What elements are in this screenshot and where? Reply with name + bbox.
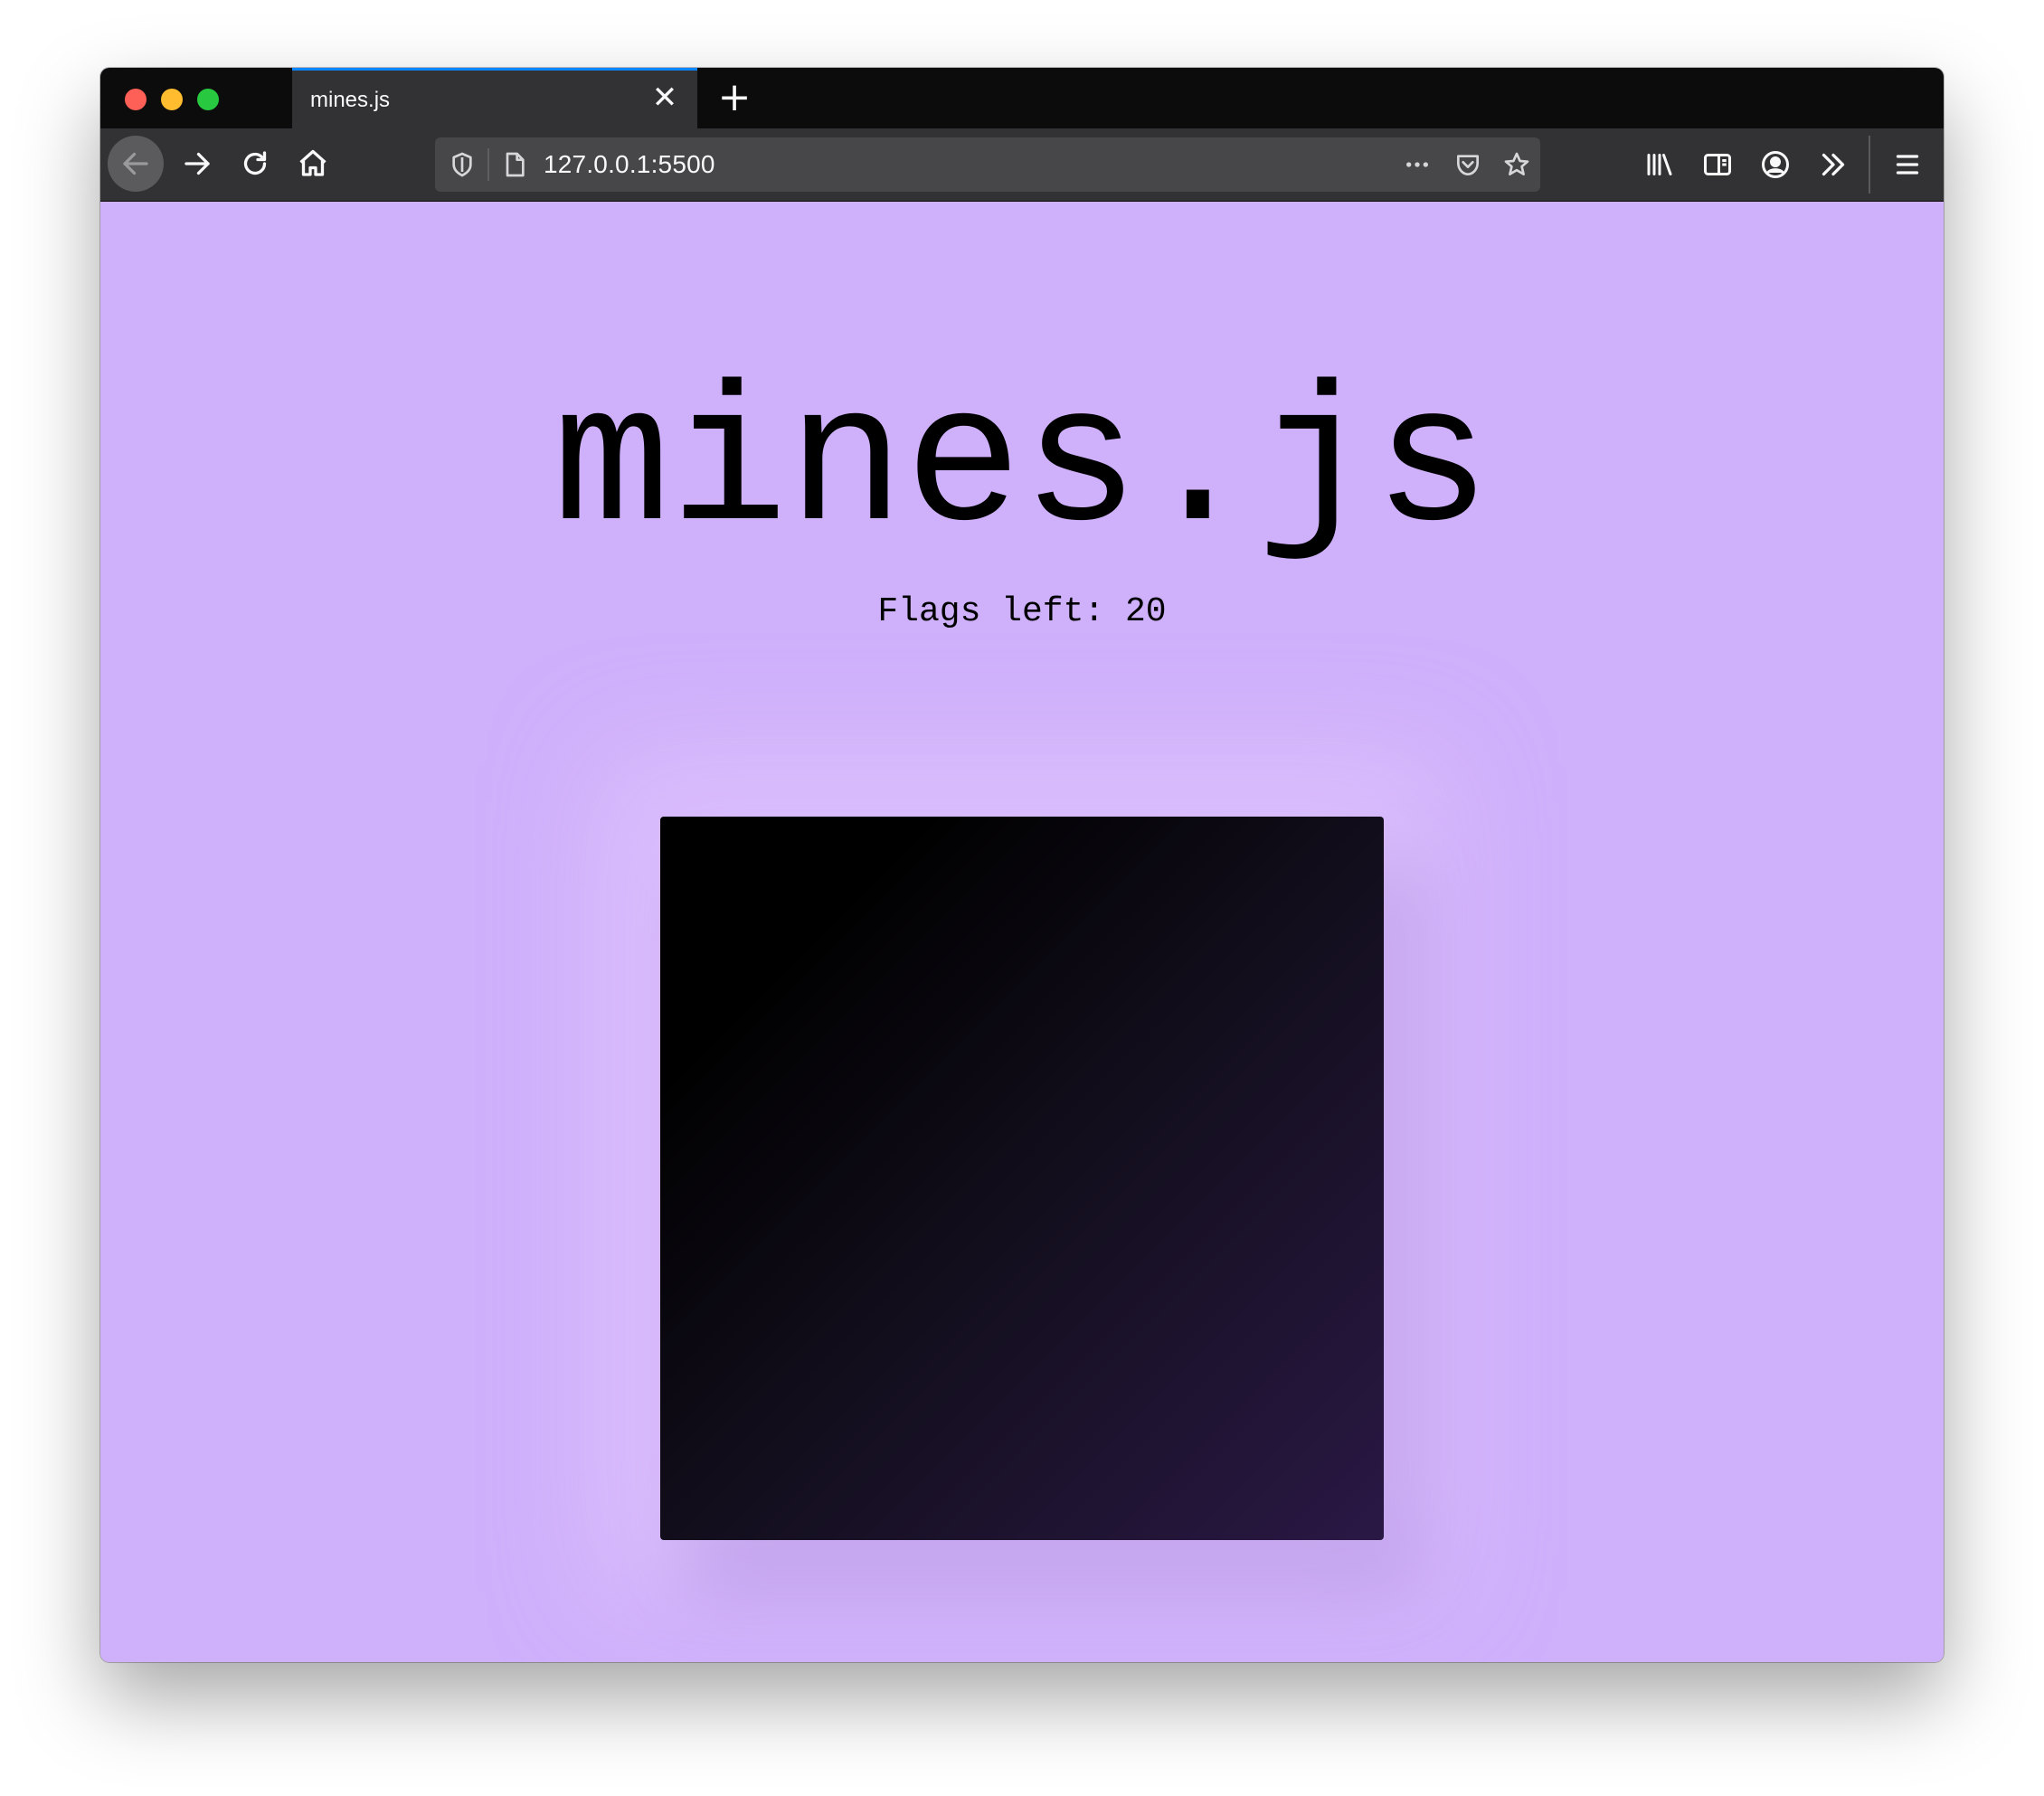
- game-board[interactable]: [660, 817, 1384, 1540]
- flags-left-counter: Flags left: 20: [877, 592, 1167, 631]
- hamburger-menu-icon: [1896, 155, 1919, 175]
- close-tab-icon[interactable]: ✕: [648, 81, 681, 114]
- account-icon: [1762, 151, 1789, 178]
- arrow-left-icon: [123, 152, 148, 175]
- more-icon[interactable]: [1401, 148, 1434, 181]
- home-button[interactable]: [285, 136, 341, 192]
- tab-strip: mines.js ✕ +: [100, 68, 1944, 128]
- pocket-icon[interactable]: [1452, 148, 1484, 181]
- reload-icon: [243, 151, 267, 175]
- window-maximize-button[interactable]: [197, 89, 219, 110]
- url-text[interactable]: 127.0.0.1:5500: [544, 150, 715, 179]
- star-icon[interactable]: [1500, 148, 1533, 181]
- tab-title: mines.js: [310, 88, 391, 112]
- window-minimize-button[interactable]: [161, 89, 183, 110]
- page-content: mines.js Flags left: 20: [100, 202, 1944, 1662]
- page-icon[interactable]: [498, 148, 531, 181]
- shield-icon[interactable]: [446, 148, 478, 181]
- sidebar-icon: [1704, 154, 1731, 175]
- home-icon: [299, 149, 326, 176]
- library-button[interactable]: [1634, 139, 1685, 190]
- back-button[interactable]: [108, 136, 164, 192]
- window-close-button[interactable]: [125, 89, 147, 110]
- chevrons-right-icon: [1822, 153, 1845, 176]
- account-button[interactable]: [1750, 139, 1801, 190]
- overflow-button[interactable]: [1808, 139, 1859, 190]
- nav-toolbar: 127.0.0.1:5500: [100, 128, 1944, 202]
- browser-window: mines.js ✕ + 127.0.0.1:5500 mines.js Fla…: [100, 68, 1944, 1662]
- toolbar-separator: [1869, 136, 1870, 194]
- menu-button[interactable]: [1882, 139, 1933, 190]
- page-title: mines.js: [553, 355, 1491, 577]
- url-separator: [487, 148, 489, 181]
- reload-button[interactable]: [227, 136, 283, 192]
- url-bar[interactable]: 127.0.0.1:5500: [435, 137, 1540, 192]
- forward-button[interactable]: [169, 136, 225, 192]
- sidebar-button[interactable]: [1692, 139, 1743, 190]
- library-icon: [1647, 154, 1672, 175]
- new-tab-button[interactable]: +: [714, 77, 755, 118]
- tab-mines[interactable]: mines.js ✕: [292, 68, 697, 128]
- arrow-right-icon: [185, 152, 210, 175]
